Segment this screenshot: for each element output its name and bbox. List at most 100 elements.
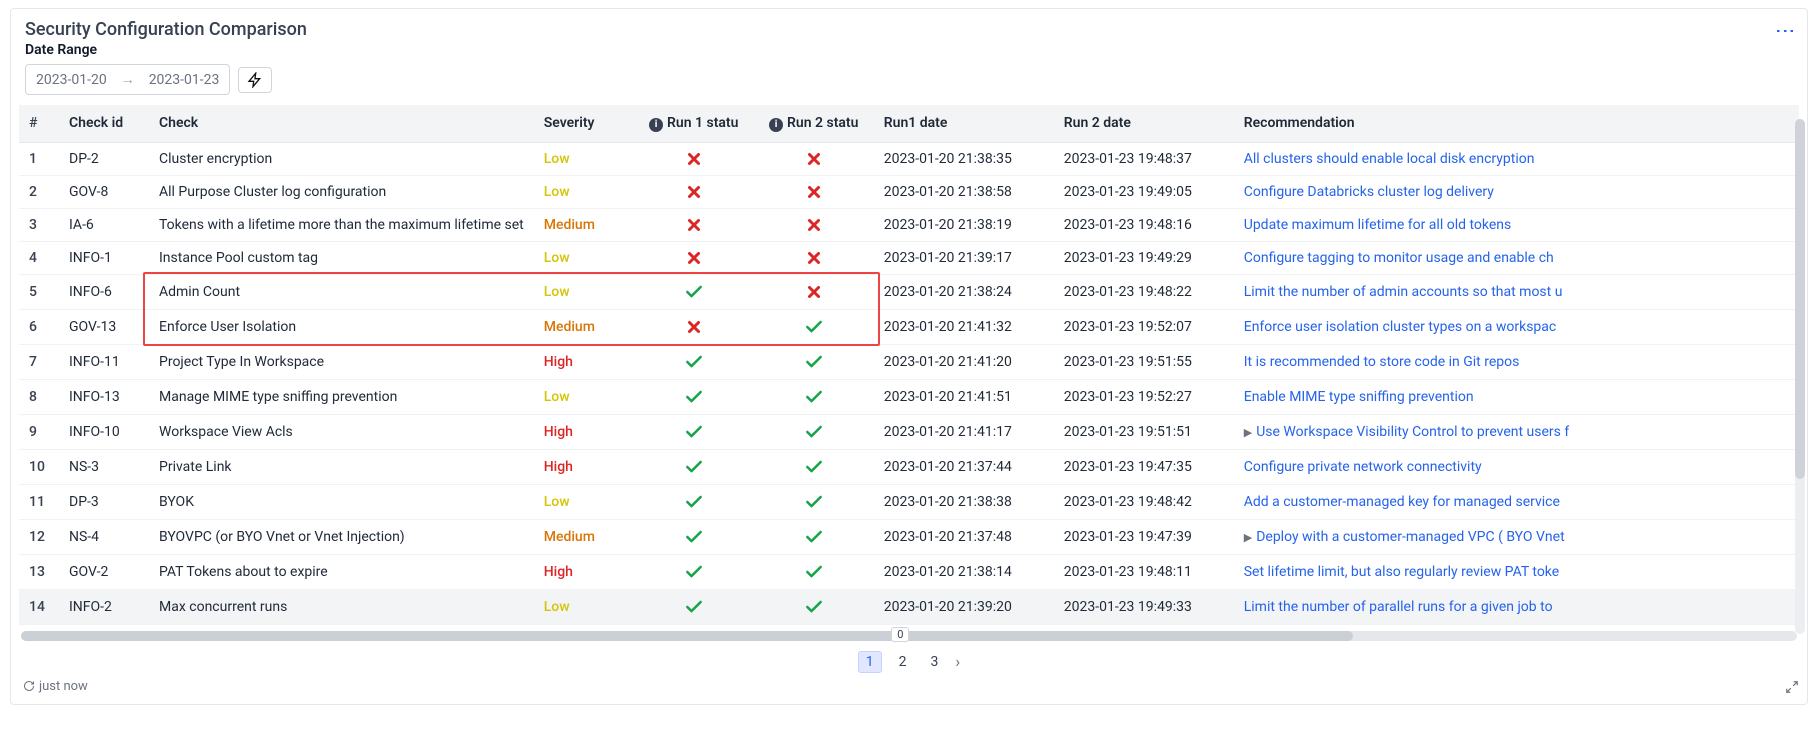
cell-severity: Low [534, 379, 634, 414]
cell-run1-status [634, 484, 754, 519]
cell-recommendation[interactable]: Configure tagging to monitor usage and e… [1234, 241, 1799, 274]
cell-recommendation[interactable]: Configure private network connectivity [1234, 449, 1799, 484]
cell-severity: Medium [534, 208, 634, 241]
table-row[interactable]: 10NS-3Private LinkHigh2023-01-20 21:37:4… [19, 449, 1799, 484]
cell-run1-date: 2023-01-20 21:38:14 [874, 554, 1054, 589]
cell-severity: Low [534, 241, 634, 274]
col-check-id[interactable]: Check id [59, 105, 149, 142]
x-icon [644, 249, 744, 267]
table-row[interactable]: 6GOV-13Enforce User IsolationMedium2023-… [19, 309, 1799, 344]
page-2[interactable]: 2 [892, 652, 914, 672]
col-run2-date[interactable]: Run 2 date [1054, 105, 1234, 142]
table-row[interactable]: 7INFO-11Project Type In WorkspaceHigh202… [19, 344, 1799, 379]
cell-check-id: GOV-8 [59, 175, 149, 208]
footer: just now [17, 679, 1801, 694]
cell-recommendation[interactable]: Limit the number of admin accounts so th… [1234, 274, 1799, 309]
x-icon [764, 183, 864, 201]
cell-severity: Medium [534, 519, 634, 554]
cell-check-id: IA-6 [59, 208, 149, 241]
scroll-thumb[interactable] [21, 631, 1353, 641]
table-row[interactable]: 11DP-3BYOKLow2023-01-20 21:38:382023-01-… [19, 484, 1799, 519]
cell-run1-status [634, 414, 754, 449]
table-row[interactable]: 12NS-4BYOVPC (or BYO Vnet or Vnet Inject… [19, 519, 1799, 554]
cell-run2-date: 2023-01-23 19:48:16 [1054, 208, 1234, 241]
panel: Security Configuration Comparison Date R… [10, 8, 1808, 705]
check-icon [764, 457, 864, 477]
refresh-button[interactable] [238, 67, 272, 93]
cell-check: BYOVPC (or BYO Vnet or Vnet Injection) [149, 519, 534, 554]
next-page-icon[interactable]: › [955, 652, 960, 671]
expand-caret-icon[interactable]: ▶ [1244, 531, 1252, 544]
cell-run1-status [634, 274, 754, 309]
check-icon [644, 282, 744, 302]
cell-recommendation[interactable]: Enforce user isolation cluster types on … [1234, 309, 1799, 344]
col-num[interactable]: # [19, 105, 59, 142]
cell-run2-status [754, 175, 874, 208]
page-1[interactable]: 1 [858, 651, 882, 673]
table-row[interactable]: 13GOV-2PAT Tokens about to expireHigh202… [19, 554, 1799, 589]
cell-recommendation[interactable]: ▶Use Workspace Visibility Control to pre… [1234, 414, 1799, 449]
cell-recommendation[interactable]: ▶Deploy with a customer-managed VPC ( BY… [1234, 519, 1799, 554]
check-icon [764, 597, 864, 617]
cell-check-id: NS-4 [59, 519, 149, 554]
table-row[interactable]: 8INFO-13Manage MIME type sniffing preven… [19, 379, 1799, 414]
table-row[interactable]: 9INFO-10Workspace View AclsHigh2023-01-2… [19, 414, 1799, 449]
vertical-scroll-thumb[interactable] [1795, 119, 1805, 479]
x-icon [644, 216, 744, 234]
cell-check: Cluster encryption [149, 142, 534, 175]
check-icon [644, 562, 744, 582]
date-range-picker[interactable]: 2023-01-20 → 2023-01-23 [25, 64, 230, 95]
col-recommendation[interactable]: Recommendation [1234, 105, 1799, 142]
kebab-menu-icon[interactable]: ⋮ [1779, 15, 1801, 40]
cell-severity: High [534, 449, 634, 484]
cell-num: 3 [19, 208, 59, 241]
expand-icon[interactable] [1785, 680, 1799, 698]
cell-run2-date: 2023-01-23 19:49:29 [1054, 241, 1234, 274]
cell-recommendation[interactable]: Configure Databricks cluster log deliver… [1234, 175, 1799, 208]
cell-recommendation[interactable]: Add a customer-managed key for managed s… [1234, 484, 1799, 519]
check-icon [764, 387, 864, 407]
expand-caret-icon[interactable]: ▶ [1244, 426, 1252, 439]
cell-check-id: NS-3 [59, 449, 149, 484]
cell-run1-date: 2023-01-20 21:38:58 [874, 175, 1054, 208]
col-severity[interactable]: Severity [534, 105, 634, 142]
cell-run2-date: 2023-01-23 19:47:35 [1054, 449, 1234, 484]
cell-run2-status [754, 208, 874, 241]
cell-check: Project Type In Workspace [149, 344, 534, 379]
scroll-offset-badge: 0 [891, 627, 909, 642]
cell-recommendation[interactable]: All clusters should enable local disk en… [1234, 142, 1799, 175]
table-row[interactable]: 2GOV-8All Purpose Cluster log configurat… [19, 175, 1799, 208]
cell-run2-date: 2023-01-23 19:48:11 [1054, 554, 1234, 589]
col-run2-status[interactable]: iRun 2 statu [754, 105, 874, 142]
cell-recommendation[interactable]: Update maximum lifetime for all old toke… [1234, 208, 1799, 241]
col-check[interactable]: Check [149, 105, 534, 142]
cell-recommendation[interactable]: It is recommended to store code in Git r… [1234, 344, 1799, 379]
table-row[interactable]: 5INFO-6Admin CountLow2023-01-20 21:38:24… [19, 274, 1799, 309]
page-3[interactable]: 3 [924, 652, 946, 672]
cell-recommendation[interactable]: Enable MIME type sniffing prevention [1234, 379, 1799, 414]
table-row[interactable]: 1DP-2Cluster encryptionLow2023-01-20 21:… [19, 142, 1799, 175]
cell-check: BYOK [149, 484, 534, 519]
arrow-right-icon: → [121, 71, 135, 88]
cell-check-id: DP-3 [59, 484, 149, 519]
check-icon [764, 422, 864, 442]
cell-run1-status [634, 241, 754, 274]
cell-num: 2 [19, 175, 59, 208]
horizontal-scrollbar[interactable]: 0 [21, 631, 1797, 641]
check-icon [764, 492, 864, 512]
table-row[interactable]: 14INFO-2Max concurrent runsLow2023-01-20… [19, 589, 1799, 624]
cell-run2-status [754, 274, 874, 309]
table-row[interactable]: 3IA-6Tokens with a lifetime more than th… [19, 208, 1799, 241]
x-icon [764, 150, 864, 168]
cell-recommendation[interactable]: Limit the number of parallel runs for a … [1234, 589, 1799, 624]
cell-run1-status [634, 309, 754, 344]
cell-check: Enforce User Isolation [149, 309, 534, 344]
cell-recommendation[interactable]: Set lifetime limit, but also regularly r… [1234, 554, 1799, 589]
col-run1-status[interactable]: iRun 1 statu [634, 105, 754, 142]
x-icon [764, 216, 864, 234]
cell-run1-status [634, 554, 754, 589]
table-row[interactable]: 4INFO-1Instance Pool custom tagLow2023-0… [19, 241, 1799, 274]
col-run1-date[interactable]: Run1 date [874, 105, 1054, 142]
vertical-scrollbar[interactable] [1795, 119, 1805, 634]
cell-run2-status [754, 449, 874, 484]
